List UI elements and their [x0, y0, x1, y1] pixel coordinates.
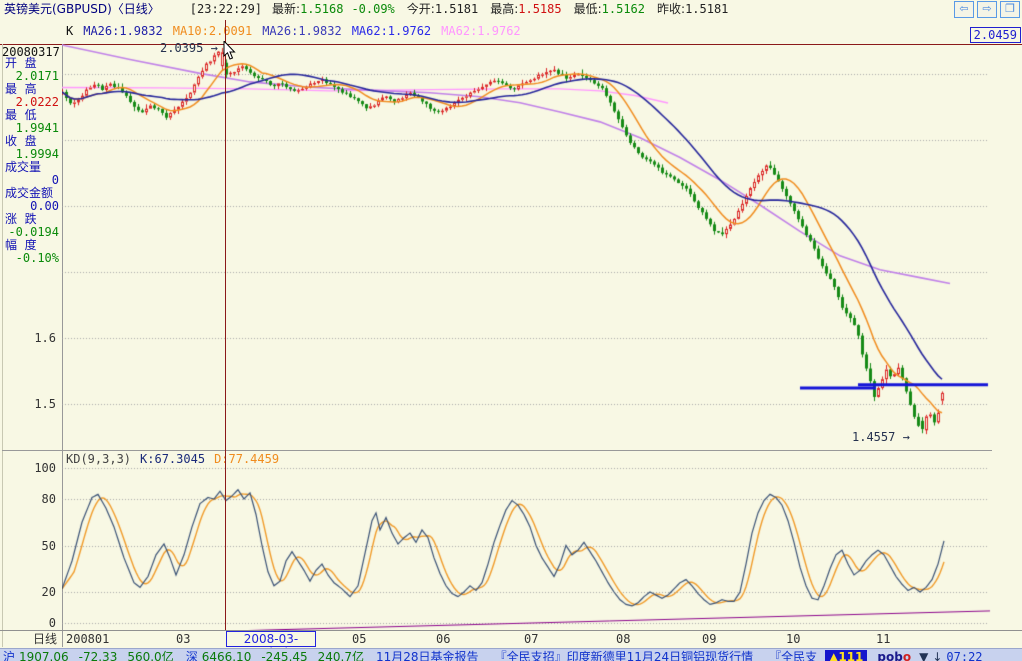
pobo-logo: pobo — [877, 650, 912, 661]
price-axis-label: 1.6 — [34, 331, 56, 345]
kd-axis-label: 0 — [48, 616, 56, 630]
mouse-cursor-icon — [223, 41, 236, 60]
shanghai-index-icon: 沪 — [3, 650, 16, 661]
prev-close-value: 1.5181 — [685, 1, 729, 16]
scale-top-value: 2.0459 — [969, 27, 1021, 43]
high-label: 最高: — [490, 1, 519, 16]
status-item: -245.45 — [261, 650, 308, 661]
kd-axis-label: 80 — [41, 492, 56, 506]
ma-legend-row: K MA26:1.9832 MA10:2.0091 MA26:1.9832 MA62:1… — [66, 24, 521, 38]
quote-row: 成交金额 0.00 — [0, 187, 62, 213]
crosshair-vertical-line — [225, 20, 226, 630]
last-label: 最新: — [272, 1, 301, 16]
kd-legend-item: KD(9,3,3) — [66, 452, 132, 466]
title-bar: 英镑美元(GBPUSD)〈日线〉 [23:22:29] 最新: 1.5168 -0.09… — [0, 0, 1022, 18]
legend-item: MA10:2.0091 — [172, 24, 253, 38]
status-item: -72.33 — [78, 650, 118, 661]
last-value: 1.5168 — [300, 1, 344, 16]
quote-row: 开 盘 2.0171 — [0, 57, 62, 83]
news-link[interactable]: 『全民支 — [769, 650, 817, 661]
month-label: 03 — [176, 632, 191, 646]
low-price-annotation: 1.4557 → — [852, 430, 910, 444]
low-value: 1.5162 — [601, 1, 646, 16]
legend-item: MA26:1.9832 — [83, 24, 163, 38]
status-item: ▼ — [919, 650, 929, 661]
change-pct: -0.09% — [351, 1, 395, 16]
open-value: 1.5181 — [434, 1, 479, 16]
forward-arrow-button[interactable]: ⇨ — [977, 1, 997, 18]
month-label: 200801 — [66, 632, 110, 646]
news-link[interactable]: 『全民支招』印度新德里11月24日铜铝现货行情 — [495, 650, 754, 661]
shenzhen-index-icon: 深 — [185, 650, 198, 661]
legend-item: MA26:1.9832 — [262, 24, 342, 38]
legend-item: MA62:1.9762 — [441, 24, 521, 38]
price-axis-label: 1.5 — [34, 397, 56, 411]
low-label: 最低: — [573, 1, 602, 16]
month-label: 08 — [616, 632, 631, 646]
legend-item: K — [66, 24, 74, 38]
quote-row-value: -0.10% — [15, 251, 59, 265]
quote-row: 幅 度 -0.10% — [0, 239, 62, 265]
high-value: 1.5185 — [518, 1, 562, 16]
legend-item: MA62:1.9762 — [351, 24, 432, 38]
status-item: 1907.06 — [19, 650, 69, 661]
quote-row: 涨 跌 -0.0194 — [0, 213, 62, 239]
status-ticker-bar: 沪 1907.06 -72.33 560.0亿深 6466.10 -245.45 240.7… — [0, 648, 1022, 661]
month-label: 07 — [524, 632, 539, 646]
open-label: 今开: — [406, 1, 435, 16]
kd-legend-item: K:67.3045 — [140, 452, 206, 466]
status-item: 240.7亿 — [317, 650, 365, 661]
month-label: 05 — [352, 632, 367, 646]
kd-axis-label: 50 — [41, 539, 56, 553]
panel-separator — [2, 450, 992, 451]
month-label: 10 — [786, 632, 801, 646]
month-label: 06 — [436, 632, 451, 646]
quote-row: 收 盘 1.9994 — [0, 135, 62, 161]
status-item: 07:22 — [946, 650, 983, 661]
kd-axis-label: 20 — [41, 585, 56, 599]
period-cell[interactable]: 日线 — [0, 631, 62, 648]
status-item: 560.0亿 — [127, 650, 174, 661]
peak-price-annotation: 2.0395 → — [160, 41, 218, 55]
time-axis-bar: 日线 200801 03 05 06 07 08 09 10 11 2008-03-17(一) — [0, 630, 1022, 660]
kd-axis-label: 100 — [34, 461, 56, 475]
kd-indicator-legend: KD(9,3,3) K:67.3045 D:77.4459 — [66, 452, 279, 466]
main-candlestick-chart[interactable] — [62, 44, 992, 450]
news-link[interactable]: 11月28日基金报告 — [376, 650, 479, 661]
status-item: ↓ — [932, 650, 943, 661]
kd-indicator-chart[interactable] — [62, 452, 992, 630]
back-arrow-button[interactable]: ⇦ — [954, 1, 974, 18]
quote-row: 最 高 2.0222 — [0, 83, 62, 109]
status-item: 6466.10 — [201, 650, 252, 661]
instrument-title: 英镑美元(GBPUSD)〈日线〉 — [4, 1, 160, 16]
cascade-windows-button[interactable]: ❐ — [1000, 1, 1020, 18]
prev-close-label: 昨收: — [657, 1, 686, 16]
clock: [23:22:29] — [189, 1, 263, 16]
quote-row: 最 低 1.9941 — [0, 109, 62, 135]
ticker-count-badge[interactable]: ▲111 — [825, 650, 868, 661]
crosshair-date-box: 2008-03-17(一) — [226, 631, 316, 660]
window-nav-buttons: ⇦ ⇨ ❐ — [954, 1, 1020, 18]
month-label: 11 — [876, 632, 891, 646]
month-label: 09 — [702, 632, 717, 646]
kd-legend-item: D:77.4459 — [214, 452, 280, 466]
quote-row: 成交量 0 — [0, 161, 62, 187]
trading-app-window: 英镑美元(GBPUSD)〈日线〉 [23:22:29] 最新: 1.5168 -0.09… — [0, 0, 1022, 661]
